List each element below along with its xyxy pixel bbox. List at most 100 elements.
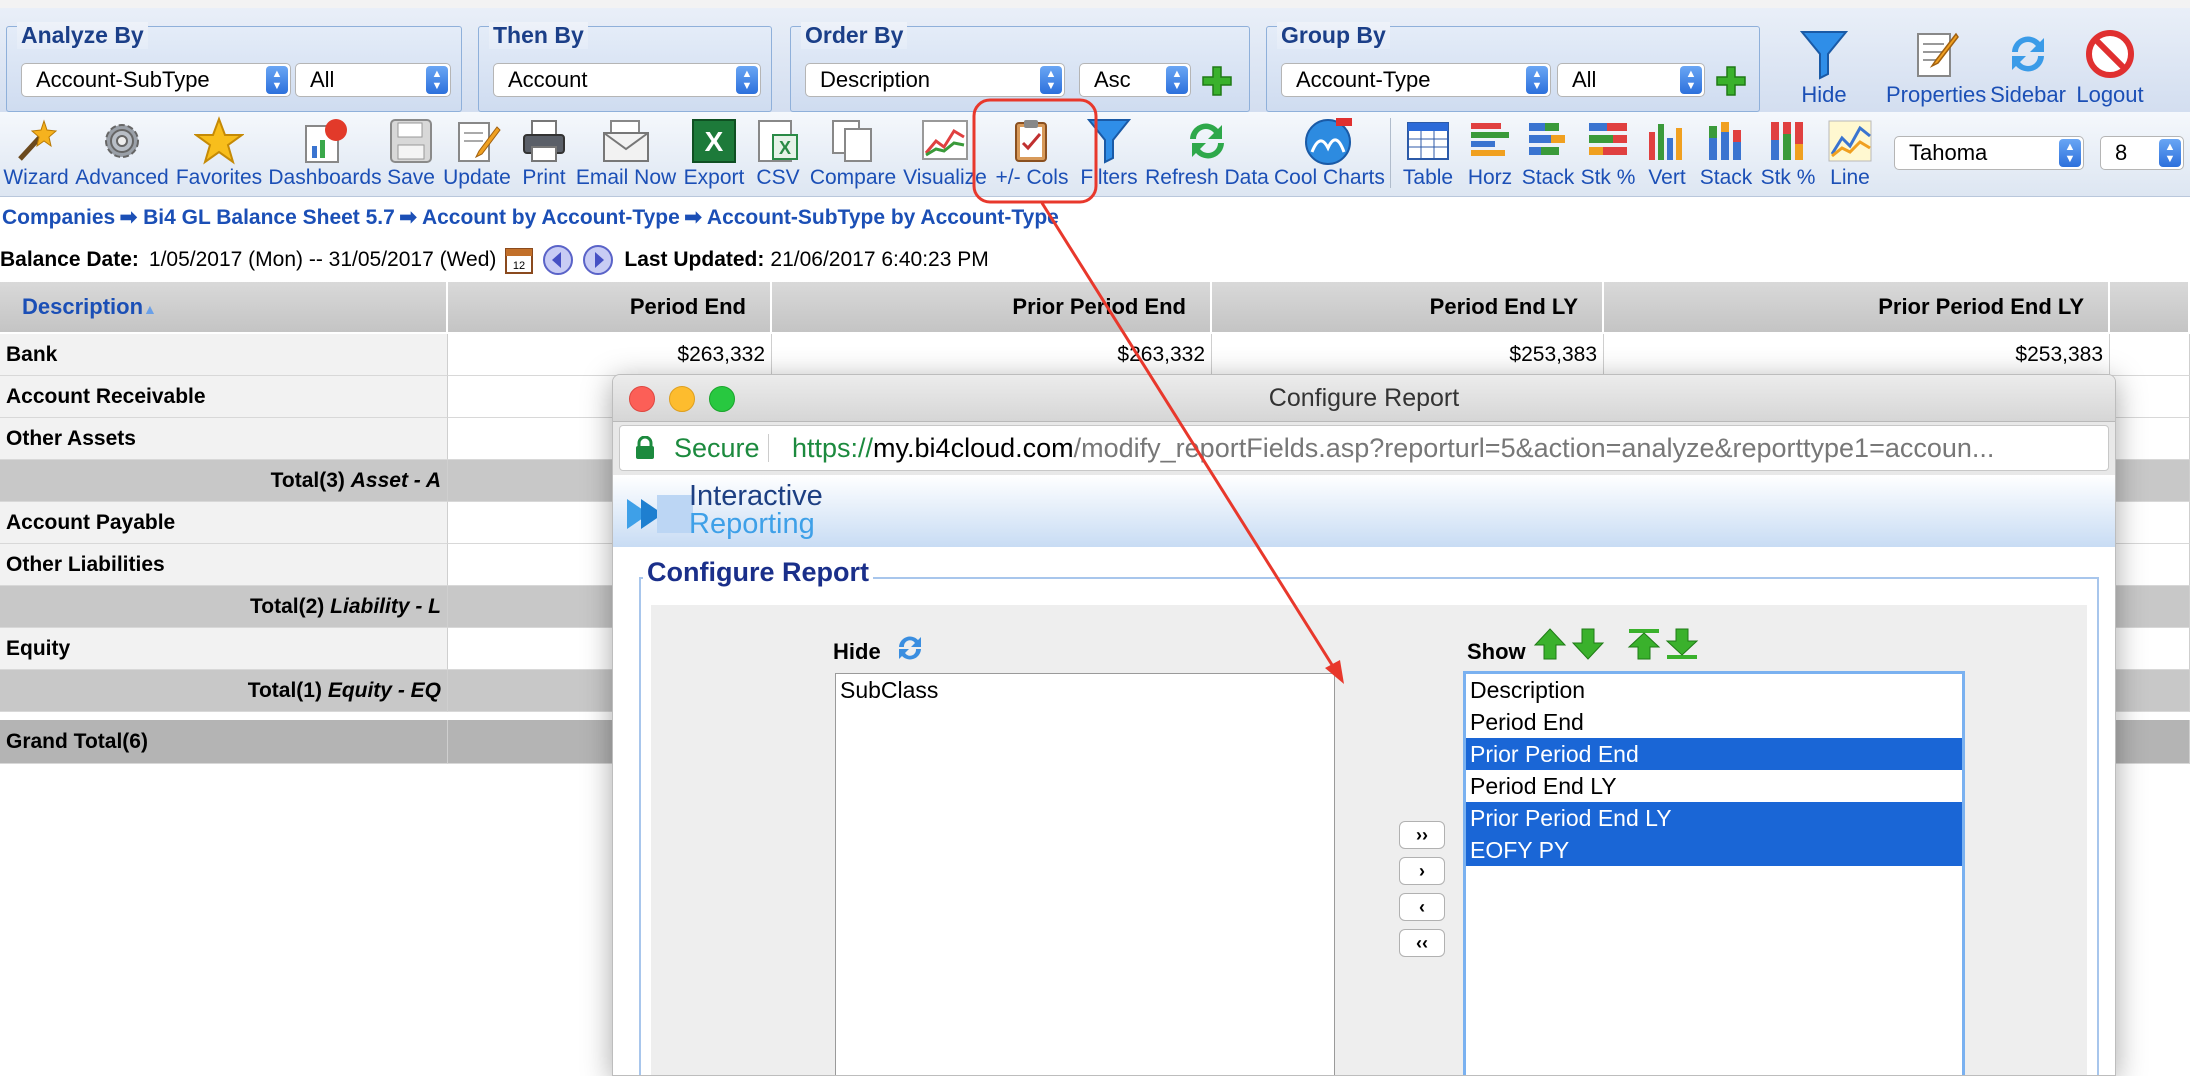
row-label: Account Receivable <box>0 376 448 418</box>
chart-stack-pct-v-button[interactable]: Stk % <box>1758 116 1818 190</box>
analyze-by-filter-value: All <box>310 67 335 92</box>
csv-button[interactable]: X CSV <box>752 116 804 190</box>
font-size-select[interactable]: 8 ▲ ▼ <box>2100 136 2184 170</box>
chart-vert-button[interactable]: Vert <box>1642 116 1692 190</box>
list-item-selected[interactable]: Prior Period End LY <box>1466 802 1962 834</box>
visualize-button[interactable]: Visualize <box>902 116 988 190</box>
group-by-select[interactable]: Account-Type ▲ ▼ <box>1281 63 1551 97</box>
list-item[interactable]: SubClass <box>836 674 1334 706</box>
move-top-arrow-icon[interactable] <box>1627 627 1661 661</box>
line-chart-icon <box>922 120 968 160</box>
group-by-label: Group By <box>1277 22 1390 49</box>
print-button[interactable]: Print <box>516 116 572 190</box>
export-label: Export <box>683 166 745 189</box>
column-header-description[interactable]: Description▲ <box>0 282 448 332</box>
calendar-icon[interactable]: 12 <box>504 245 534 275</box>
cool-charts-button[interactable]: Cool Charts <box>1274 116 1385 190</box>
wizard-button[interactable]: Wizard <box>2 116 70 190</box>
filters-button[interactable]: Filters <box>1078 116 1140 190</box>
shown-columns-list[interactable]: Description Period End Prior Period End … <box>1463 671 1965 1075</box>
horizontal-bar-chart-icon <box>1471 123 1509 156</box>
next-period-icon[interactable] <box>582 244 614 276</box>
dashboards-button[interactable]: Dashboards <box>268 116 382 190</box>
advanced-button[interactable]: Advanced <box>74 116 170 190</box>
order-by-select[interactable]: Description ▲ ▼ <box>805 63 1065 97</box>
column-header-prior-period-end[interactable]: Prior Period End <box>772 282 1212 332</box>
breadcrumb-item[interactable]: Account by Account-Type <box>422 206 680 229</box>
list-item-selected[interactable]: Prior Period End <box>1466 738 1962 770</box>
breadcrumb-item[interactable]: Account-SubType by Account-Type <box>707 206 1059 229</box>
chevron-updown-icon: ▲ ▼ <box>266 66 288 94</box>
then-by-value: Account <box>508 67 588 92</box>
hide-label: Hide <box>833 639 881 664</box>
chevron-updown-icon: ▲ ▼ <box>1526 66 1548 94</box>
previous-period-icon[interactable] <box>542 244 574 276</box>
compare-button[interactable]: Compare <box>808 116 898 190</box>
order-direction-select[interactable]: Asc ▲ ▼ <box>1079 63 1191 97</box>
hidden-columns-list[interactable]: SubClass <box>835 673 1335 1075</box>
excel-export-icon: X <box>692 119 736 163</box>
chart-table-button[interactable]: Table <box>1398 116 1458 190</box>
column-header-period-end[interactable]: Period End <box>448 282 772 332</box>
breadcrumb-item[interactable]: Companies <box>2 206 115 229</box>
then-by-select[interactable]: Account ▲ ▼ <box>493 63 761 97</box>
order-by-group: Order By Description ▲ ▼ Asc ▲ ▼ <box>790 22 1250 112</box>
table-row: Bank $263,332 $263,332 $253,383 $253,383 <box>0 334 2190 376</box>
chart-horz-button[interactable]: Horz <box>1462 116 1518 190</box>
list-item-selected[interactable]: EOFY PY <box>1466 834 1962 866</box>
filters-label: Filters <box>1080 166 1138 189</box>
add-remove-columns-button[interactable]: +/- Cols <box>992 116 1072 190</box>
move-right-button[interactable]: › <box>1399 857 1445 885</box>
dashboards-label: Dashboards <box>268 166 382 189</box>
move-down-arrow-icon[interactable] <box>1571 627 1605 661</box>
table-icon <box>1407 122 1449 160</box>
move-left-button[interactable]: ‹ <box>1399 893 1445 921</box>
move-up-arrow-icon[interactable] <box>1533 627 1567 661</box>
move-all-right-button[interactable]: ›› <box>1399 821 1445 849</box>
list-item[interactable]: Period End LY <box>1466 770 1962 802</box>
column-header-period-end-ly[interactable]: Period End LY <box>1212 282 1604 332</box>
address-bar[interactable]: Secure https://my.bi4cloud.com/modify_re… <box>619 425 2109 471</box>
secure-label: Secure <box>674 433 760 463</box>
list-item[interactable]: Description <box>1466 674 1962 706</box>
chart-line-button[interactable]: Line <box>1822 116 1878 190</box>
chart-stack-h-button[interactable]: Stack <box>1520 116 1576 190</box>
move-bottom-arrow-icon[interactable] <box>1665 627 1699 661</box>
chevron-updown-icon: ▲ ▼ <box>2159 139 2181 167</box>
analyze-by-select[interactable]: Account-SubType ▲ ▼ <box>21 63 291 97</box>
export-button[interactable]: X Export <box>680 116 748 190</box>
group-by-value: Account-Type <box>1296 67 1431 92</box>
add-group-plus-icon[interactable] <box>1715 65 1747 97</box>
update-label: Update <box>443 166 511 189</box>
properties-button[interactable]: Properties <box>1886 28 1986 108</box>
logout-button[interactable]: Logout <box>2072 28 2148 108</box>
update-button[interactable]: Update <box>440 116 514 190</box>
sort-arrows-icon: ▲ <box>143 301 157 317</box>
last-updated-value: 21/06/2017 6:40:23 PM <box>770 248 989 271</box>
group-by-filter-value: All <box>1572 67 1597 92</box>
brand-interactive: Interactive <box>689 480 823 512</box>
main-toolbar: Wizard Advanced Favorites Dashboards Sav… <box>0 112 2190 197</box>
configure-panel: Configure Report Hide SubClass ›› › ‹ ‹‹… <box>613 547 2115 1075</box>
group-by-filter-select[interactable]: All ▲ ▼ <box>1557 63 1705 97</box>
sidebar-button[interactable]: Sidebar <box>1990 28 2066 108</box>
row-label: Equity <box>0 628 448 670</box>
save-button[interactable]: Save <box>384 116 438 190</box>
favorites-button[interactable]: Favorites <box>172 116 266 190</box>
window-titlebar[interactable]: Configure Report <box>613 375 2115 422</box>
refresh-data-button[interactable]: Refresh Data <box>1144 116 1270 190</box>
move-all-left-button[interactable]: ‹‹ <box>1399 929 1445 957</box>
column-header-prior-period-end-ly[interactable]: Prior Period End LY <box>1604 282 2110 332</box>
order-direction-value: Asc <box>1094 67 1131 92</box>
add-order-plus-icon[interactable] <box>1201 65 1233 97</box>
chart-stack-pct-h-button[interactable]: Stk % <box>1578 116 1638 190</box>
breadcrumb-item[interactable]: Bi4 GL Balance Sheet 5.7 <box>143 206 395 229</box>
breadcrumb: Companies ➡ Bi4 GL Balance Sheet 5.7 ➡ A… <box>2 205 1059 230</box>
refresh-icon[interactable] <box>893 631 927 665</box>
font-family-select[interactable]: Tahoma ▲ ▼ <box>1894 136 2084 170</box>
then-by-label: Then By <box>489 22 588 49</box>
email-now-button[interactable]: Email Now <box>574 116 678 190</box>
chart-stack-v-button[interactable]: Stack <box>1698 116 1754 190</box>
list-item[interactable]: Period End <box>1466 706 1962 738</box>
analyze-by-filter-select[interactable]: All ▲ ▼ <box>295 63 451 97</box>
